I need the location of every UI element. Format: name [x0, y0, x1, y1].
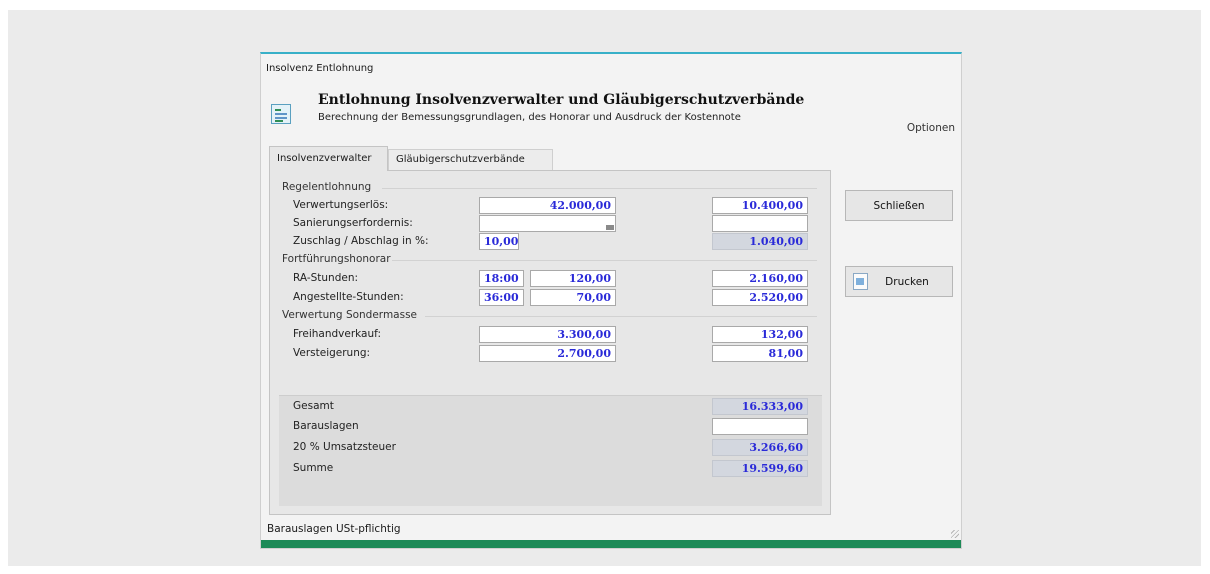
verwertungserloes-result[interactable]: 10.400,00 [712, 197, 808, 214]
section-divider [382, 188, 817, 189]
label-verwertungserloes: Verwertungserlös: [293, 199, 389, 211]
header-title: Entlohnung Insolvenzverwalter und Gläubi… [318, 92, 805, 108]
section-verwertung-sondermasse: Verwertung Sondermasse [282, 309, 418, 321]
options-menu[interactable]: Optionen [907, 122, 955, 134]
label-angestellte-stunden: Angestellte-Stunden: [293, 291, 404, 303]
resize-grip-icon[interactable] [951, 530, 959, 538]
gesamt-value: 16.333,00 [712, 398, 808, 415]
dropdown-handle-icon[interactable] [606, 225, 614, 230]
barauslagen-input[interactable] [712, 418, 808, 435]
label-ra-stunden: RA-Stunden: [293, 272, 359, 284]
label-zuschlag: Zuschlag / Abschlag in %: [293, 235, 429, 247]
dialog-window: Insolvenz Entlohnung Entlohnung Insolven… [260, 52, 962, 549]
sanierungserfordernis-input[interactable] [479, 215, 616, 232]
tab-insolvenzverwalter[interactable]: Insolvenzverwalter [269, 146, 388, 171]
accent-bar [261, 540, 961, 548]
zuschlag-result: 1.040,00 [712, 233, 808, 250]
angestellte-stunden-hours-input[interactable]: 36:00 [479, 289, 524, 306]
label-barauslagen: Barauslagen [293, 420, 359, 432]
angestellte-stunden-result[interactable]: 2.520,00 [712, 289, 808, 306]
umsatzsteuer-value: 3.266,60 [712, 439, 808, 456]
ra-stunden-hours-input[interactable]: 18:00 [479, 270, 524, 287]
summe-value: 19.599,60 [712, 460, 808, 477]
freihandverkauf-input[interactable]: 3.300,00 [479, 326, 616, 343]
section-regelentlohnung: Regelentlohnung [282, 181, 372, 193]
section-divider [392, 260, 817, 261]
background: Insolvenz Entlohnung Entlohnung Insolven… [8, 10, 1201, 566]
window-title: Insolvenz Entlohnung [266, 63, 374, 74]
label-freihandverkauf: Freihandverkauf: [293, 328, 381, 340]
versteigerung-input[interactable]: 2.700,00 [479, 345, 616, 362]
section-divider [425, 316, 817, 317]
label-gesamt: Gesamt [293, 400, 334, 412]
print-button-label: Drucken [885, 276, 929, 288]
tab-glaeubigerschutzverbaende[interactable]: Gläubigerschutzverbände [388, 149, 553, 171]
calculator-sheet-icon [271, 104, 291, 124]
print-button[interactable]: Drucken [845, 266, 953, 297]
label-summe: Summe [293, 462, 334, 474]
label-umsatzsteuer: 20 % Umsatzsteuer [293, 441, 396, 453]
angestellte-stunden-rate-input[interactable]: 70,00 [530, 289, 616, 306]
print-document-icon [853, 273, 868, 290]
label-versteigerung: Versteigerung: [293, 347, 371, 359]
section-fortfuehrungshonorar: Fortführungshonorar [282, 253, 391, 265]
label-sanierungserfordernis: Sanierungserfordernis: [293, 217, 413, 229]
verwertungserloes-input[interactable]: 42.000,00 [479, 197, 616, 214]
close-button[interactable]: Schließen [845, 190, 953, 221]
ra-stunden-result[interactable]: 2.160,00 [712, 270, 808, 287]
versteigerung-result[interactable]: 81,00 [712, 345, 808, 362]
sanierungserfordernis-result[interactable] [712, 215, 808, 232]
status-bar: Barauslagen USt-pflichtig [267, 523, 401, 535]
zuschlag-percent-input[interactable]: 10,00 [479, 233, 519, 250]
header-subtitle: Berechnung der Bemessungsgrundlagen, des… [318, 112, 741, 123]
ra-stunden-rate-input[interactable]: 120,00 [530, 270, 616, 287]
freihandverkauf-result[interactable]: 132,00 [712, 326, 808, 343]
tab-panel: Regelentlohnung Verwertungserlös: 42.000… [269, 170, 831, 515]
